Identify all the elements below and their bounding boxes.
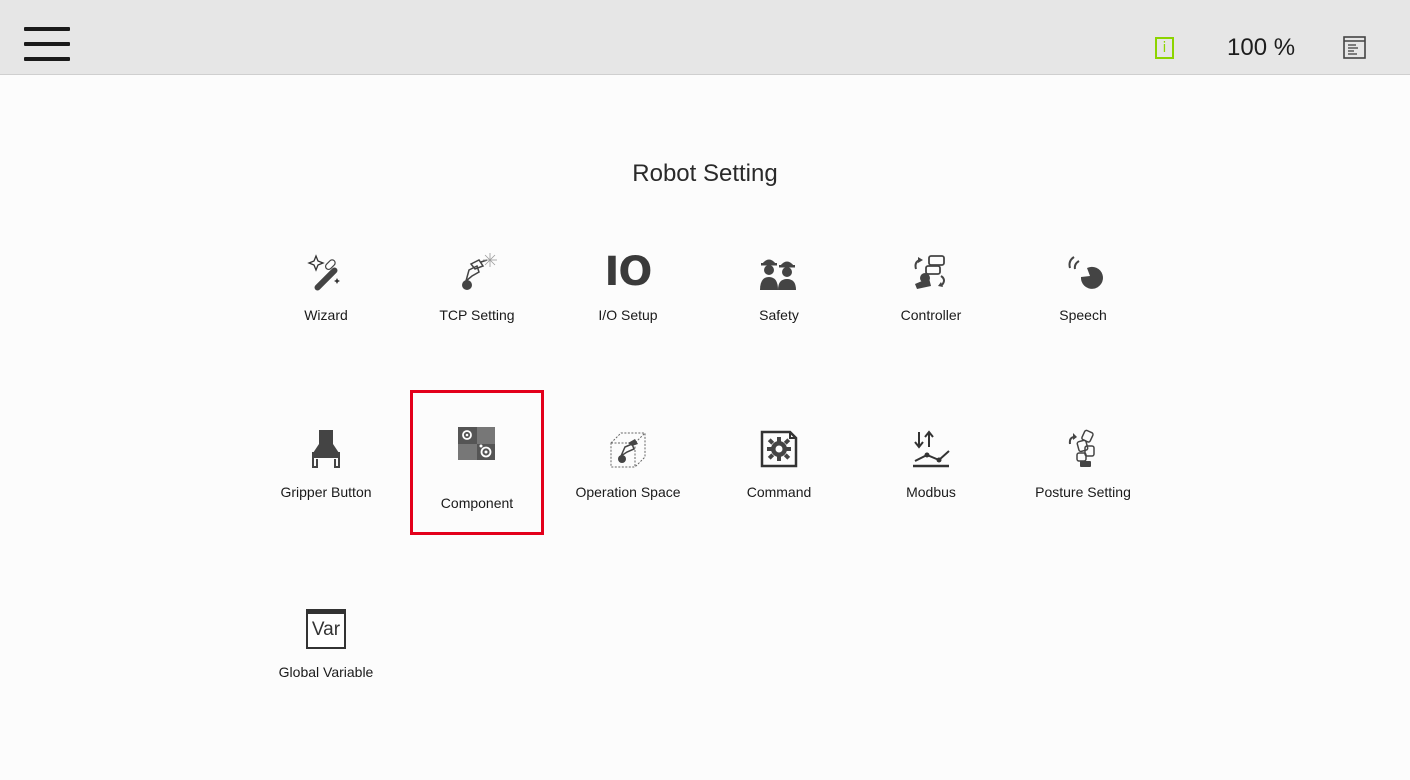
tile-io-setup[interactable]: IO I/O Setup	[561, 227, 695, 373]
tile-tcp-setting[interactable]: TCP Setting	[410, 227, 544, 373]
tile-label: Gripper Button	[280, 484, 372, 500]
tile-component[interactable]: Component	[410, 390, 544, 535]
tile-label: Component	[440, 495, 514, 511]
var-window: Var	[306, 609, 346, 649]
info-icon[interactable]: i	[1155, 37, 1174, 59]
tile-safety[interactable]: Safety	[712, 227, 846, 373]
magic-wand-icon	[306, 252, 346, 292]
tile-wizard[interactable]: Wizard	[259, 227, 393, 373]
tile-command[interactable]: Command	[712, 404, 846, 550]
zoom-level[interactable]: 100 %	[1227, 34, 1295, 62]
tile-operation-space[interactable]: Operation Space	[561, 404, 695, 550]
log-panel-icon[interactable]	[1343, 36, 1366, 59]
global-variable-window-icon: Var	[306, 609, 346, 649]
tile-global-variable[interactable]: Var Global Variable	[259, 584, 393, 730]
tile-label: Safety	[759, 307, 799, 323]
tile-posture-setting[interactable]: Posture Setting	[1016, 404, 1150, 550]
hamburger-menu-icon[interactable]	[24, 27, 70, 65]
page-title: Robot Setting	[632, 160, 778, 187]
tile-label: Command	[746, 484, 812, 500]
tile-label: I/O Setup	[598, 307, 658, 323]
controller-robot-icon	[911, 252, 951, 292]
tile-speech[interactable]: Speech	[1016, 227, 1150, 373]
safety-workers-icon	[759, 252, 799, 292]
tile-label: Posture Setting	[1035, 484, 1131, 500]
tile-label: Controller	[900, 307, 962, 323]
tile-label: Wizard	[304, 307, 348, 323]
io-glyph: IO	[604, 249, 653, 295]
tile-label: Operation Space	[575, 484, 681, 500]
tile-controller[interactable]: Controller	[864, 227, 998, 373]
tile-label: TCP Setting	[439, 307, 515, 323]
tile-modbus[interactable]: Modbus	[864, 404, 998, 550]
posture-robot-arm-icon	[1063, 429, 1103, 469]
component-gears-icon	[457, 423, 497, 463]
io-icon: IO	[605, 252, 653, 292]
tile-label: Speech	[1059, 307, 1107, 323]
tile-gripper-button[interactable]: Gripper Button	[259, 404, 393, 550]
top-bar: i 100 %	[0, 0, 1410, 75]
gripper-icon	[306, 429, 346, 469]
var-glyph: Var	[311, 619, 341, 640]
operation-space-cube-icon	[608, 429, 648, 469]
tile-label: Global Variable	[278, 664, 374, 680]
speech-icon	[1063, 252, 1103, 292]
tile-label: Modbus	[906, 484, 956, 500]
command-gear-document-icon	[759, 429, 799, 469]
tcp-tool-icon	[457, 252, 497, 292]
modbus-arrows-chart-icon	[911, 429, 951, 469]
